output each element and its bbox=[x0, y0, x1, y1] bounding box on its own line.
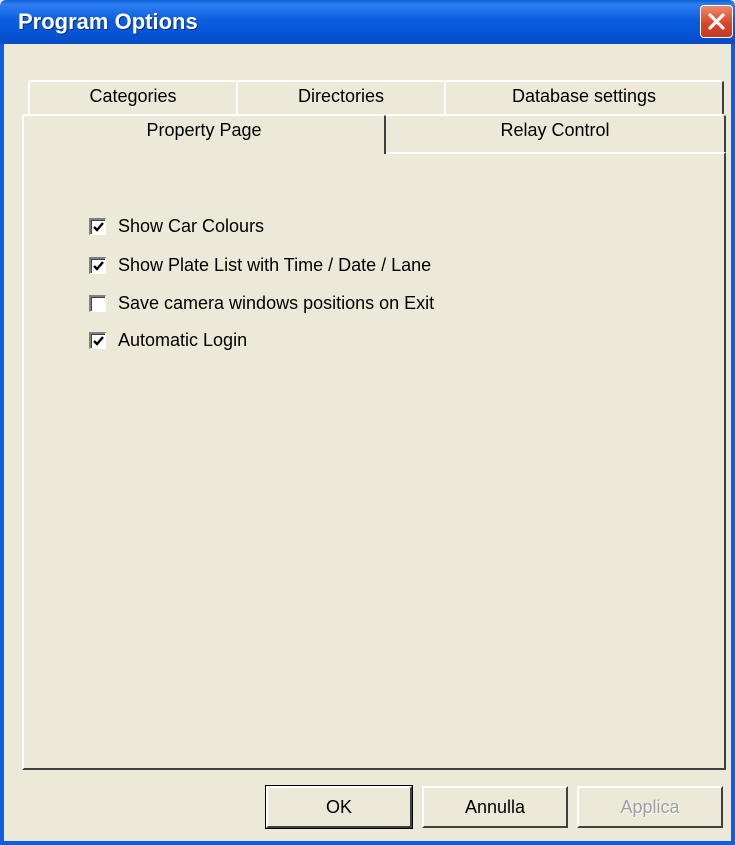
option-save-camera-positions[interactable]: Save camera windows positions on Exit bbox=[89, 291, 434, 315]
tab-label: Directories bbox=[297, 86, 385, 106]
title-bar[interactable]: Program Options bbox=[0, 0, 735, 44]
option-show-plate-list[interactable]: Show Plate List with Time / Date / Lane bbox=[89, 253, 431, 277]
window-frame-left bbox=[0, 44, 4, 845]
tab-label: Relay Control bbox=[500, 120, 610, 140]
cancel-button[interactable]: Annulla bbox=[422, 786, 568, 828]
tab-categories[interactable]: Categories bbox=[28, 80, 238, 116]
apply-button[interactable]: Applica bbox=[577, 786, 723, 828]
option-label: Save camera windows positions on Exit bbox=[118, 292, 435, 313]
tab-directories[interactable]: Directories bbox=[236, 80, 446, 116]
checkbox[interactable] bbox=[89, 294, 106, 312]
tab-database-settings[interactable]: Database settings bbox=[444, 80, 724, 116]
option-label: Automatic Login bbox=[118, 329, 248, 350]
close-button[interactable] bbox=[700, 5, 733, 38]
ok-button[interactable]: OK bbox=[265, 785, 413, 829]
checkbox[interactable] bbox=[89, 217, 106, 235]
close-icon bbox=[708, 13, 725, 30]
window-frame-bottom bbox=[0, 841, 735, 845]
checkmark-icon bbox=[93, 221, 104, 232]
tab-label: Property Page bbox=[146, 120, 262, 140]
tab-property-page[interactable]: Property Page bbox=[22, 114, 386, 154]
option-automatic-login[interactable]: Automatic Login bbox=[89, 328, 247, 352]
checkmark-icon bbox=[93, 335, 104, 346]
checkmark-icon bbox=[93, 260, 104, 271]
option-label: Show Plate List with Time / Date / Lane bbox=[118, 254, 432, 275]
option-label: Show Car Colours bbox=[118, 215, 265, 236]
window-title: Program Options bbox=[18, 9, 198, 34]
option-show-car-colours[interactable]: Show Car Colours bbox=[89, 214, 264, 238]
checkbox[interactable] bbox=[89, 256, 106, 274]
property-page-panel: Show Car Colours Show Plate List with Ti… bbox=[22, 152, 726, 770]
tab-relay-control[interactable]: Relay Control bbox=[384, 114, 726, 152]
tab-label: Database settings bbox=[511, 86, 657, 106]
window-frame-right bbox=[731, 44, 735, 845]
checkbox[interactable] bbox=[89, 331, 106, 349]
tab-label: Categories bbox=[89, 86, 177, 106]
